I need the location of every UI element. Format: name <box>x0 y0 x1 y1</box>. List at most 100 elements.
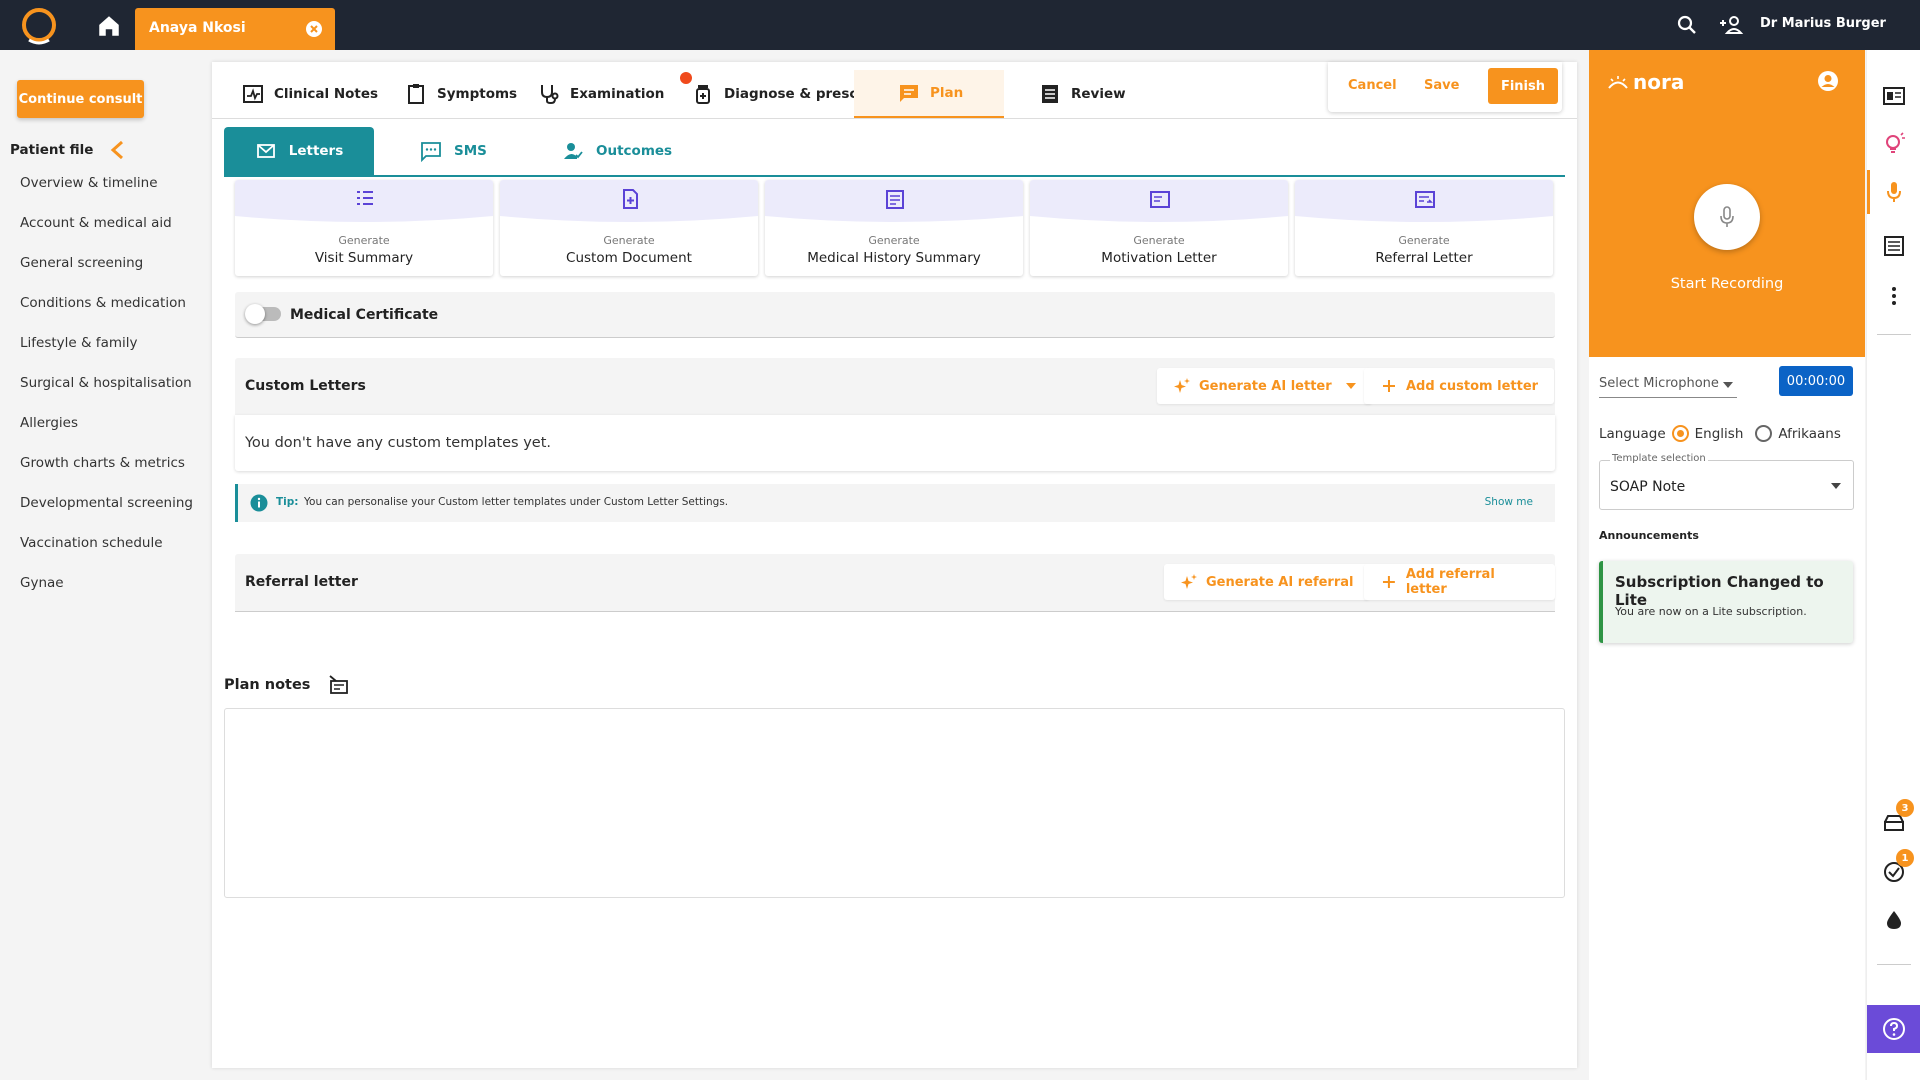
tab-label: Examination <box>570 86 665 102</box>
continue-consult-button[interactable]: Continue consult <box>17 80 144 118</box>
sun-rays-icon <box>1608 76 1628 89</box>
top-bar: Anaya Nkosi Dr Marius Burger <box>0 0 1920 50</box>
cancel-button[interactable]: Cancel <box>1348 78 1397 93</box>
sidebar-item-conditions[interactable]: Conditions & medication <box>20 295 193 335</box>
announcement-card[interactable]: Subscription Changed to Lite You are now… <box>1599 561 1853 643</box>
template-select[interactable]: Template selection SOAP Note <box>1599 453 1854 510</box>
id-card-icon[interactable] <box>1882 84 1906 108</box>
card-caption: Generate <box>1133 234 1185 247</box>
card-title: Visit Summary <box>314 250 414 266</box>
subtab-outcomes[interactable]: Outcomes <box>562 127 672 175</box>
notes-template-icon[interactable] <box>328 674 350 696</box>
referral-letter-title: Referral letter <box>245 574 358 590</box>
patient-file-header: Patient file <box>10 139 125 161</box>
plus-icon <box>1383 380 1395 392</box>
drop-icon[interactable] <box>1882 908 1906 932</box>
chevron-down-icon <box>1831 483 1841 489</box>
generate-ai-letter-label: Generate AI letter <box>1199 378 1332 394</box>
language-english-label[interactable]: English <box>1695 426 1744 442</box>
language-english-radio[interactable] <box>1671 425 1689 442</box>
sidebar-item-gynae[interactable]: Gynae <box>20 575 193 615</box>
save-button[interactable]: Save <box>1424 78 1459 93</box>
help-button[interactable] <box>1867 1005 1920 1053</box>
home-icon[interactable] <box>96 13 122 39</box>
medical-certificate-toggle[interactable] <box>245 304 281 324</box>
inbox-badge: 3 <box>1896 799 1914 817</box>
show-me-link[interactable]: Show me <box>1485 496 1533 508</box>
account-circle-icon[interactable] <box>1817 70 1839 92</box>
generate-custom-document-card[interactable]: Generate Custom Document <box>500 180 758 276</box>
generate-motivation-letter-card[interactable]: Generate Motivation Letter <box>1030 180 1288 276</box>
language-afrikaans-label[interactable]: Afrikaans <box>1778 426 1841 442</box>
add-user-icon[interactable] <box>1718 13 1744 37</box>
language-afrikaans-radio[interactable] <box>1755 425 1773 442</box>
stethoscope-icon <box>541 85 559 105</box>
history-list-icon <box>886 190 904 209</box>
card-caption: Generate <box>338 234 390 247</box>
start-recording-label[interactable]: Start Recording <box>1589 276 1865 292</box>
patient-file-label: Patient file <box>10 142 94 158</box>
subtab-letters[interactable]: Letters <box>224 127 374 175</box>
collapse-chevron-icon[interactable] <box>109 139 125 161</box>
checklist-icon <box>357 191 373 205</box>
nora-logo: nora <box>1607 70 1684 94</box>
sidebar-item-vaccination[interactable]: Vaccination schedule <box>20 535 193 575</box>
clipboard-pulse-icon <box>243 85 263 103</box>
app-logo-icon[interactable] <box>19 6 59 46</box>
tip-banner: Tip: You can personalise your Custom let… <box>235 484 1555 522</box>
search-icon[interactable] <box>1676 14 1698 36</box>
nora-recording-area: nora Start Recording <box>1589 50 1865 357</box>
tab-review[interactable]: Review <box>1027 70 1138 118</box>
finish-button[interactable]: Finish <box>1488 68 1558 104</box>
patient-tab[interactable]: Anaya Nkosi <box>135 8 335 50</box>
generate-visit-summary-card[interactable]: Generate Visit Summary <box>235 180 493 276</box>
sidebar-item-general-screening[interactable]: General screening <box>20 255 193 295</box>
microphone-icon <box>1720 206 1734 227</box>
letter-icon <box>256 144 275 158</box>
tab-examination[interactable]: Examination <box>526 70 676 118</box>
sidebar-item-overview[interactable]: Overview & timeline <box>20 175 193 215</box>
generate-ai-referral-button[interactable]: Generate AI referral <box>1164 564 1370 600</box>
document-plus-icon <box>623 189 638 209</box>
generate-ai-letter-button[interactable]: Generate AI letter <box>1157 368 1372 404</box>
notes-list-icon[interactable] <box>1882 234 1906 258</box>
generate-medical-history-card[interactable]: Generate Medical History Summary <box>765 180 1023 276</box>
sidebar-item-growth-charts[interactable]: Growth charts & metrics <box>20 455 193 495</box>
add-custom-letter-button[interactable]: Add custom letter <box>1364 368 1555 404</box>
patient-tab-name: Anaya Nkosi <box>149 20 246 36</box>
lightbulb-icon[interactable] <box>1882 132 1906 156</box>
language-label: Language <box>1599 425 1666 442</box>
plan-notes-textarea[interactable] <box>224 708 1565 898</box>
tab-symptoms[interactable]: Symptoms <box>393 70 529 118</box>
sidebar-item-account[interactable]: Account & medical aid <box>20 215 193 255</box>
medical-certificate-label: Medical Certificate <box>290 307 439 323</box>
template-select-value: SOAP Note <box>1610 479 1686 495</box>
sidebar-item-surgical[interactable]: Surgical & hospitalisation <box>20 375 193 415</box>
list-icon <box>1042 85 1058 103</box>
current-user-name[interactable]: Dr Marius Burger <box>1760 16 1886 31</box>
announcement-body: You are now on a Lite subscription. <box>1615 605 1807 618</box>
sidebar-item-developmental[interactable]: Developmental screening <box>20 495 193 535</box>
close-tab-icon[interactable] <box>305 20 323 38</box>
sidebar-item-lifestyle[interactable]: Lifestyle & family <box>20 335 193 375</box>
generate-cards-row: Generate Visit Summary Generate Custom D… <box>235 180 1555 278</box>
generate-referral-letter-card[interactable]: Generate Referral Letter <box>1295 180 1553 276</box>
sms-icon <box>421 142 441 162</box>
microphone-select[interactable]: Select Microphone <box>1599 370 1737 398</box>
card-caption: Generate <box>1398 234 1450 247</box>
add-referral-letter-label: Add referral letter <box>1405 567 1495 597</box>
add-referral-letter-button[interactable]: Add referral letter <box>1364 564 1555 600</box>
microphone-icon[interactable] <box>1882 180 1906 204</box>
sparkle-icon <box>1174 378 1190 393</box>
start-recording-button[interactable] <box>1694 184 1760 250</box>
tab-plan[interactable]: Plan <box>854 70 1004 118</box>
card-caption: Generate <box>603 234 655 247</box>
tab-label: Review <box>1071 86 1126 102</box>
subtab-sms[interactable]: SMS <box>420 127 487 175</box>
more-vertical-icon[interactable] <box>1882 284 1906 308</box>
card-title: Referral Letter <box>1375 250 1473 266</box>
tab-clinical-notes[interactable]: Clinical Notes <box>230 70 390 118</box>
sidebar-item-allergies[interactable]: Allergies <box>20 415 193 455</box>
custom-letters-empty: You don't have any custom templates yet. <box>235 415 1555 471</box>
subtab-label: SMS <box>454 143 487 159</box>
